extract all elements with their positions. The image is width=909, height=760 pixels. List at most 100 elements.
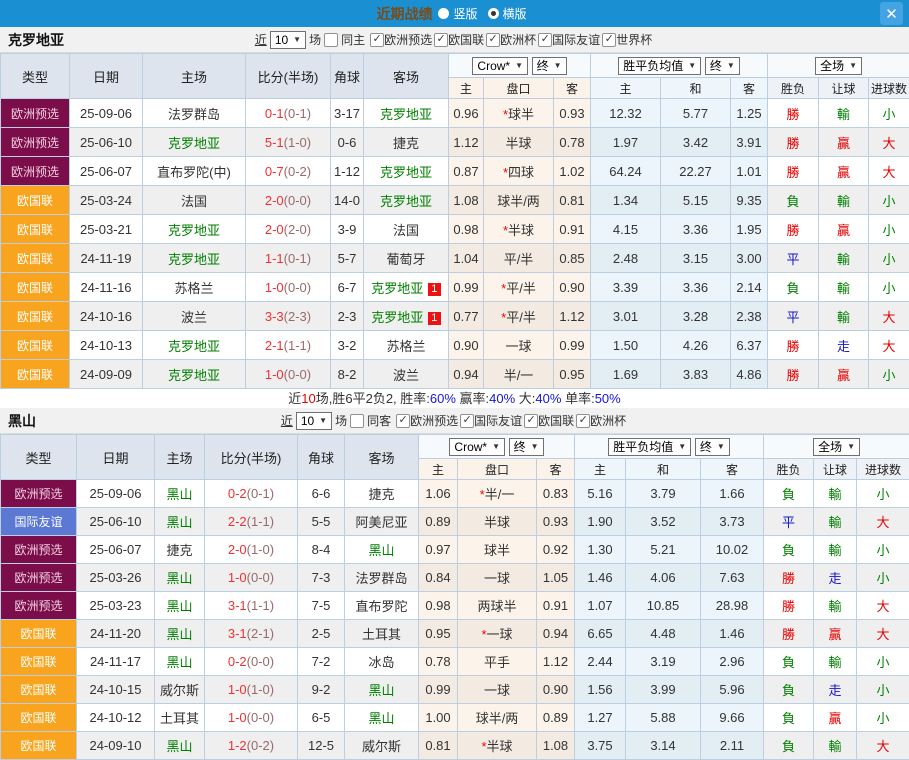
fulltime-score: 0-2 <box>228 654 247 669</box>
crow-away-odds: 1.12 <box>554 302 591 331</box>
odds-stage-select[interactable]: 终▼ <box>509 438 544 456</box>
avg-draw-odds: 4.48 <box>626 620 701 648</box>
avg-stage-select[interactable]: 终▼ <box>705 57 740 75</box>
result-handicap: 贏 <box>819 360 869 389</box>
corner-score: 2-5 <box>298 620 345 648</box>
crow-home-odds: 0.89 <box>419 508 458 536</box>
match-score: 1-0(0-0) <box>205 704 298 732</box>
fulltime-score: 3-1 <box>228 626 247 641</box>
close-button[interactable]: ✕ <box>880 2 903 25</box>
full-match-value: 全场 <box>820 59 844 73</box>
result-goals: 小 <box>869 186 909 215</box>
halftime-score: (1-0) <box>247 682 274 697</box>
same-venue-checkbox[interactable] <box>350 414 364 428</box>
competition-checkbox[interactable]: ✓ <box>576 414 590 428</box>
recent-games-select[interactable]: 10 ▼ <box>270 31 306 49</box>
match-row: 欧国联24-11-17黑山0-2(0-0)7-2冰岛0.78平手1.122.44… <box>1 648 909 676</box>
radio-vertical-label[interactable]: 竖版 <box>453 5 477 22</box>
subcol-crow-home: 主 <box>419 459 458 480</box>
competition-filter-label: 欧洲杯 <box>590 412 626 429</box>
avg-away-odds: 10.02 <box>701 536 764 564</box>
result-handicap: 輸 <box>814 508 857 536</box>
competition-filter-label: 欧洲杯 <box>500 31 536 48</box>
bookmaker-select[interactable]: Crow*▼ <box>472 57 528 75</box>
same-venue-label: 同客 <box>367 412 391 429</box>
competition-checkbox[interactable]: ✓ <box>524 414 538 428</box>
result-wdl: 負 <box>764 676 814 704</box>
handicap-line: 两球半 <box>458 592 537 620</box>
match-score: 3-1(1-1) <box>205 592 298 620</box>
games-suffix-label: 场 <box>309 31 321 48</box>
recent-games-value: 10 <box>275 33 288 47</box>
radio-horizontal-label[interactable]: 横版 <box>503 5 527 22</box>
home-favourite-star: * <box>481 627 486 642</box>
handicap-line: 一球 <box>458 564 537 592</box>
home-favourite-star: * <box>503 165 508 180</box>
halftime-score: (2-0) <box>284 222 311 237</box>
subcol-avg-draw: 和 <box>626 459 701 480</box>
away-team: 法罗群岛 <box>345 564 419 592</box>
result-goals: 大 <box>857 620 909 648</box>
col-corner: 角球 <box>298 435 345 480</box>
odds-stage-select[interactable]: 终▼ <box>532 57 567 75</box>
fulltime-score: 2-2 <box>228 514 247 529</box>
competition-checkbox[interactable]: ✓ <box>538 33 552 47</box>
away-team: 黑山 <box>345 704 419 732</box>
competition-checkbox[interactable]: ✓ <box>460 414 474 428</box>
competition-type-badge: 欧国联 <box>1 620 77 648</box>
filter-controls: 近 10 ▼ 场 同客 ✓欧洲预选✓国际友谊✓欧国联✓欧洲杯 <box>0 412 909 430</box>
competition-checkbox[interactable]: ✓ <box>434 33 448 47</box>
avg-draw-odds: 4.06 <box>626 564 701 592</box>
crow-home-odds: 0.87 <box>449 157 484 186</box>
col-date: 日期 <box>77 435 155 480</box>
result-goals: 小 <box>857 564 909 592</box>
same-venue-checkbox[interactable] <box>324 33 338 47</box>
corner-score: 9-2 <box>298 676 345 704</box>
match-date: 24-11-16 <box>70 273 143 302</box>
result-wdl: 平 <box>768 302 819 331</box>
full-match-select[interactable]: 全场▼ <box>813 438 860 456</box>
crow-away-odds: 0.94 <box>537 620 575 648</box>
radio-vertical-layout[interactable] <box>438 8 449 19</box>
home-team: 黑山 <box>155 620 205 648</box>
handicap-line: *球半 <box>484 99 554 128</box>
full-match-select[interactable]: 全场▼ <box>815 57 862 75</box>
radio-horizontal-layout[interactable] <box>488 8 499 19</box>
result-goals: 大 <box>857 508 909 536</box>
competition-filter-label: 欧洲预选 <box>384 31 432 48</box>
crow-home-odds: 0.99 <box>419 676 458 704</box>
handicap-line: 半/一 <box>484 360 554 389</box>
avg-draw-odds: 3.19 <box>626 648 701 676</box>
recent-games-select[interactable]: 10 ▼ <box>296 412 332 430</box>
match-date: 24-10-15 <box>77 676 155 704</box>
home-team: 捷克 <box>155 536 205 564</box>
halftime-score: (0-0) <box>247 710 274 725</box>
bookmaker-select[interactable]: Crow*▼ <box>449 438 505 456</box>
competition-checkbox[interactable]: ✓ <box>602 33 616 47</box>
halftime-score: (0-0) <box>284 280 311 295</box>
halftime-score: (0-1) <box>284 106 311 121</box>
avg-stage-select[interactable]: 终▼ <box>695 438 730 456</box>
competition-filters: ✓欧洲预选✓国际友谊✓欧国联✓欧洲杯 <box>396 412 628 429</box>
crow-away-odds: 0.95 <box>554 360 591 389</box>
record-summary: 近10场,胜6平2负2, 胜率:60% 赢率:40% 大:40% 单率:50% <box>0 389 909 408</box>
result-wdl: 勝 <box>768 215 819 244</box>
wdl-average-select[interactable]: 胜平负均值▼ <box>618 57 701 75</box>
competition-checkbox[interactable]: ✓ <box>486 33 500 47</box>
corner-score: 6-6 <box>298 480 345 508</box>
competition-checkbox[interactable]: ✓ <box>396 414 410 428</box>
match-row: 欧洲预选25-06-10克罗地亚5-1(1-0)0-6捷克1.12半球0.781… <box>1 128 909 157</box>
wdl-average-select[interactable]: 胜平负均值▼ <box>608 438 691 456</box>
subcol-goals: 进球数 <box>857 459 909 480</box>
match-row: 欧国联25-03-24法国2-0(0-0)14-0克罗地亚1.08球半/两0.8… <box>1 186 909 215</box>
fulltime-score: 1-0 <box>265 280 284 295</box>
crow-home-odds: 0.95 <box>419 620 458 648</box>
home-team: 黑山 <box>155 564 205 592</box>
match-row: 欧国联25-03-21克罗地亚2-0(2-0)3-9法国0.98*半球0.914… <box>1 215 909 244</box>
competition-checkbox[interactable]: ✓ <box>370 33 384 47</box>
match-score: 1-0(1-0) <box>205 676 298 704</box>
home-team: 克罗地亚 <box>143 215 246 244</box>
avg-home-odds: 1.46 <box>575 564 626 592</box>
competition-type-badge: 欧国联 <box>1 186 70 215</box>
crow-away-odds: 0.90 <box>537 676 575 704</box>
